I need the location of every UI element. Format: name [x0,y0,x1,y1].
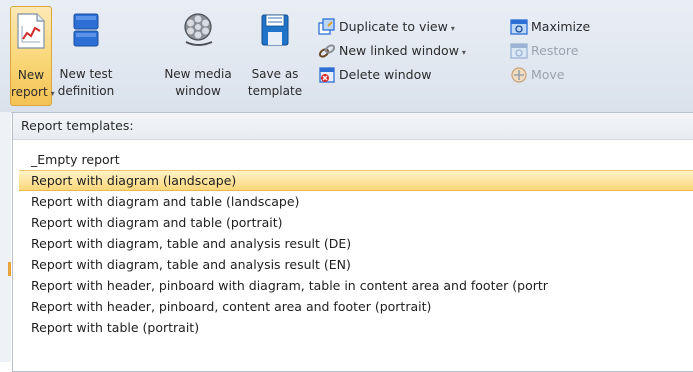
new-report-button[interactable]: New report ▾ [10,6,55,106]
duplicate-to-view-label: Duplicate to view [339,19,448,34]
new-report-label-2: report [11,85,48,99]
save-as-template-label-2: template [247,84,303,98]
new-media-window-button[interactable]: New media window [156,6,240,106]
template-item-header-pinboard-diagram[interactable]: Report with header, pinboard with diagra… [19,275,693,296]
delete-window-label: Delete window [339,67,432,82]
template-item-header-pinboard-content[interactable]: Report with header, pinboard, content ar… [19,296,693,317]
template-item-diagram-landscape[interactable]: Report with diagram (landscape) [19,170,693,191]
save-template-icon [261,14,289,46]
restore-icon [510,42,528,59]
restore-button[interactable]: Restore [510,40,578,62]
template-item-diagram-table-portrait[interactable]: Report with diagram and table (portrait) [19,212,693,233]
dropdown-header: Report templates: [13,113,693,140]
report-templates-dropdown: Report templates: _Empty report Report w… [12,112,693,372]
move-button[interactable]: Move [510,64,565,86]
template-item-analysis-en[interactable]: Report with diagram, table and analysis … [19,254,693,275]
maximize-button[interactable]: Maximize [510,16,590,38]
ribbon: New report ▾ New test definition New med… [0,0,693,113]
report-chart-icon [17,13,45,49]
save-as-template-button[interactable]: Save as template [240,6,310,106]
chevron-down-icon: ▾ [450,24,455,33]
window-left-edge [0,112,11,362]
new-media-window-label-1: New media [164,67,232,81]
duplicate-to-view-button[interactable]: Duplicate to view ▾ [318,16,455,38]
chevron-down-icon: ▾ [461,48,466,57]
template-item-diagram-table-landscape[interactable]: Report with diagram and table (landscape… [19,191,693,212]
new-test-definition-label-1: New test [59,67,113,81]
maximize-label: Maximize [531,19,591,34]
new-linked-window-button[interactable]: New linked window ▾ [318,40,466,62]
film-reel-icon [184,13,213,46]
new-media-window-label-2: window [175,84,221,98]
new-report-label-1: New [17,68,45,82]
edge-accent [8,262,11,276]
duplicate-icon [318,17,335,35]
move-label: Move [531,67,565,82]
delete-window-button[interactable]: Delete window [318,64,431,86]
new-test-definition-label-2: definition [57,84,115,98]
save-as-template-label-1: Save as [251,67,299,81]
test-definition-icon [73,13,99,47]
template-item-empty-report[interactable]: _Empty report [19,149,693,170]
new-linked-window-label: New linked window [339,43,459,58]
move-icon [511,66,527,83]
restore-label: Restore [531,43,579,58]
maximize-icon [510,18,528,35]
delete-window-icon [319,66,335,83]
link-icon [318,43,336,58]
template-item-table-portrait[interactable]: Report with table (portrait) [19,317,693,338]
template-list: _Empty report Report with diagram (lands… [19,149,693,338]
new-test-definition-button[interactable]: New test definition [52,6,120,106]
template-item-analysis-de[interactable]: Report with diagram, table and analysis … [19,233,693,254]
